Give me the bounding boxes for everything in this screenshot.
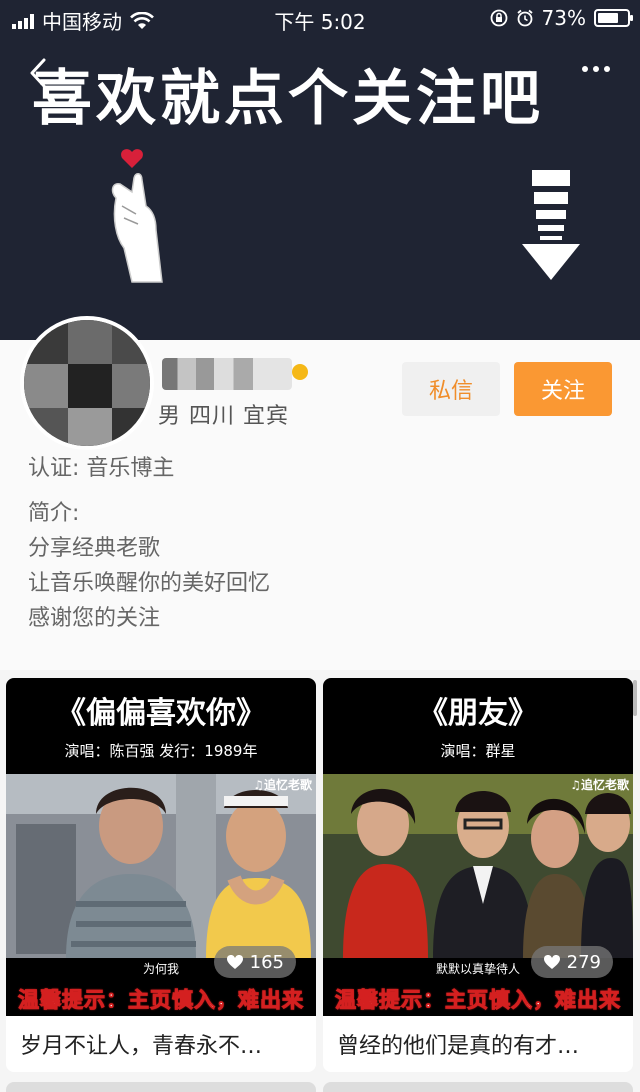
video-subtitle: 演唱：陈百强 发行：1989年: [64, 742, 258, 760]
certification: 认证: 音乐博主: [28, 456, 175, 481]
intro-label: 简介:: [28, 501, 80, 526]
intro-line: 让音乐唤醒你的美好回忆: [28, 571, 271, 596]
video-tip: 温馨提示：主页慎入，难出来: [18, 988, 304, 1013]
video-still-image: [323, 774, 633, 958]
like-count-badge[interactable]: 279: [530, 946, 613, 978]
finger-heart-icon: [111, 149, 163, 283]
more-icon[interactable]: [582, 66, 610, 72]
message-button[interactable]: 私信: [402, 362, 500, 416]
like-count: 279: [566, 951, 601, 973]
video-description: 曾经的他们是真的有才…: [337, 1034, 580, 1059]
user-meta: 男 四川 宜宾: [158, 404, 289, 429]
video-thumbnail[interactable]: 《偏偏喜欢你》 演唱：陈百强 发行：1989年 ♫追忆老歌 为何我 温馨提示：主…: [6, 678, 316, 1016]
banner-title: 喜欢就点个关注吧: [32, 64, 544, 134]
profile-banner: 中国移动 下午 5:02 73% 喜欢就点个关注吧: [0, 0, 640, 340]
intro-line: 分享经典老歌: [28, 536, 161, 561]
battery-percent: 73%: [541, 6, 586, 30]
video-title: 《偏偏喜欢你》: [56, 696, 266, 731]
video-watermark: ♫追忆老歌: [253, 778, 312, 792]
scrollbar[interactable]: [633, 680, 637, 716]
next-row-card-edge: [323, 1082, 633, 1092]
video-subtitle: 演唱：群星: [440, 742, 516, 760]
video-thumbnail[interactable]: 《朋友》 演唱：群星 ♫追忆老歌 默默以真挚待人 温馨提示：主页慎入，难出来 2…: [323, 678, 633, 1016]
down-arrow-icon: [522, 170, 580, 280]
heart-icon: [226, 955, 243, 969]
video-card[interactable]: 《朋友》 演唱：群星 ♫追忆老歌 默默以真挚待人 温馨提示：主页慎入，难出来 2…: [323, 678, 633, 1072]
verified-badge-icon: [292, 364, 308, 380]
profile-section: 男 四川 宜宾 私信 关注 认证: 音乐博主 简介: 分享经典老歌 让音乐唤醒你…: [0, 316, 640, 716]
intro: 简介: 分享经典老歌 让音乐唤醒你的美好回忆 感谢您的关注: [28, 496, 270, 636]
video-watermark: ♫追忆老歌: [570, 778, 629, 792]
battery-icon: [594, 9, 633, 27]
status-bar: 中国移动 下午 5:02 73%: [0, 0, 640, 34]
avatar[interactable]: [20, 316, 154, 450]
username-blurred: [162, 358, 292, 390]
like-count-badge[interactable]: 165: [213, 946, 296, 978]
follow-button[interactable]: 关注: [514, 362, 612, 416]
video-description: 岁月不让人，青春永不…: [20, 1034, 263, 1059]
like-count: 165: [249, 951, 284, 973]
video-title: 《朋友》: [418, 696, 538, 731]
heart-icon: [543, 955, 560, 969]
orientation-lock-icon: [490, 9, 507, 27]
alarm-icon: [516, 9, 533, 27]
next-row-card-edge: [6, 1082, 316, 1092]
video-card[interactable]: 《偏偏喜欢你》 演唱：陈百强 发行：1989年 ♫追忆老歌 为何我 温馨提示：主…: [6, 678, 316, 1072]
video-tip: 温馨提示：主页慎入，难出来: [335, 988, 621, 1013]
intro-line: 感谢您的关注: [28, 606, 161, 631]
video-still-image: [6, 774, 316, 958]
